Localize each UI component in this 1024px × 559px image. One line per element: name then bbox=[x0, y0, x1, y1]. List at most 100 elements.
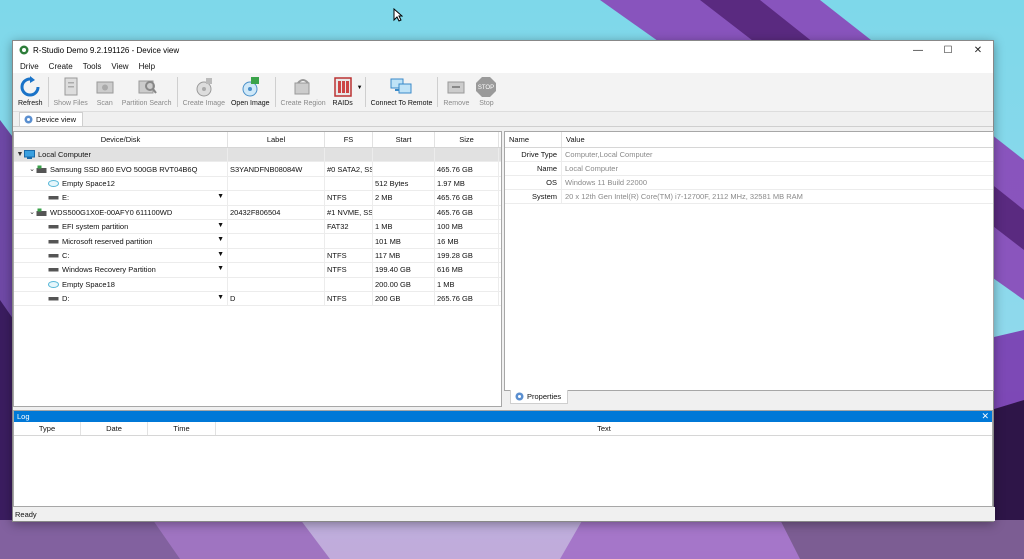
log-table-header: Type Date Time Text bbox=[14, 422, 992, 436]
maximize-button[interactable]: ☐ bbox=[933, 41, 963, 59]
minimize-button[interactable]: — bbox=[903, 41, 933, 59]
start-cell: 1 MB bbox=[373, 219, 435, 234]
raids-dropdown-arrow-icon[interactable]: ▼ bbox=[357, 85, 363, 91]
row-dropdown-arrow-icon[interactable]: ▼ bbox=[217, 236, 224, 243]
stop-icon: STOP bbox=[476, 77, 497, 97]
device-table-header: Device/Disk Label FS Start Size bbox=[14, 132, 501, 148]
tree-expander-icon[interactable]: ▼ bbox=[16, 151, 24, 158]
create-image-icon bbox=[196, 78, 212, 97]
log-column-date[interactable]: Date bbox=[81, 422, 148, 435]
scan-button[interactable]: Scan bbox=[91, 73, 119, 111]
show-files-button[interactable]: Show Files bbox=[51, 73, 91, 111]
refresh-button[interactable]: Refresh bbox=[15, 73, 46, 111]
start-cell: 199.40 GB bbox=[373, 263, 435, 277]
create-image-button[interactable]: Create Image bbox=[180, 73, 228, 111]
device-name: E: bbox=[62, 193, 70, 203]
column-label[interactable]: Label bbox=[228, 132, 325, 147]
empty-space-icon bbox=[48, 280, 59, 288]
property-name: OS bbox=[546, 178, 557, 187]
partition-icon bbox=[48, 239, 59, 244]
device-table-body: ▼ Local Computer ⌄ Samsung SSD 860 EVO 500G… bbox=[14, 148, 501, 307]
column-size[interactable]: Size bbox=[435, 132, 499, 147]
row-dropdown-arrow-icon[interactable]: ▼ bbox=[217, 265, 224, 272]
device-cell: Windows Recovery Partition ▼ bbox=[14, 263, 228, 277]
app-window: R-Studio Demo 9.2.191126 - Device view —… bbox=[12, 40, 995, 522]
menu-drive[interactable]: Drive bbox=[15, 62, 44, 71]
log-column-text[interactable]: Text bbox=[216, 422, 992, 435]
column-device-disk[interactable]: Device/Disk bbox=[14, 132, 228, 147]
column-value[interactable]: Value bbox=[561, 132, 585, 147]
fs-cell bbox=[325, 176, 373, 191]
device-name: Empty Space12 bbox=[62, 178, 115, 188]
fs-cell: #1 NVME, SSD bbox=[325, 205, 373, 219]
table-row[interactable]: EFI system partition ▼ FAT32 1 MB 100 MB bbox=[14, 219, 501, 235]
remove-button[interactable]: Remove bbox=[440, 73, 472, 111]
partition-search-button[interactable]: Partition Search bbox=[119, 73, 175, 111]
menu-help[interactable]: Help bbox=[134, 62, 160, 71]
column-start[interactable]: Start bbox=[373, 132, 435, 147]
log-close-icon[interactable]: ✕ bbox=[981, 411, 989, 422]
connect-remote-button[interactable]: Connect To Remote bbox=[368, 73, 436, 111]
disk-drive-icon bbox=[36, 208, 47, 216]
device-name: Empty Space18 bbox=[62, 279, 115, 289]
show-files-icon bbox=[64, 77, 78, 96]
column-name[interactable]: Name bbox=[505, 132, 561, 147]
property-value: Local Computer bbox=[561, 162, 618, 175]
tree-expander-icon[interactable]: ⌄ bbox=[28, 165, 36, 173]
log-column-time[interactable]: Time bbox=[148, 422, 216, 435]
row-dropdown-arrow-icon[interactable]: ▼ bbox=[217, 294, 224, 301]
close-button[interactable]: ✕ bbox=[963, 41, 993, 59]
table-row[interactable]: ⌄ Samsung SSD 860 EVO 500GB RVT04B6Q S3YAN… bbox=[14, 162, 501, 177]
tab-device-view[interactable]: Device view bbox=[19, 112, 84, 126]
label-cell: 20432F806504 bbox=[228, 205, 325, 219]
menu-view[interactable]: View bbox=[106, 62, 133, 71]
log-column-type[interactable]: Type bbox=[14, 422, 81, 435]
tab-properties[interactable]: Properties bbox=[510, 390, 569, 404]
device-name: EFI system partition bbox=[62, 222, 129, 232]
size-cell: 465.76 GB bbox=[435, 191, 499, 205]
tab-properties-label: Properties bbox=[527, 392, 562, 401]
size-cell: 265.76 GB bbox=[435, 291, 499, 306]
device-tree-pane: Device/Disk Label FS Start Size ▼ Local C… bbox=[13, 131, 502, 407]
device-cell: Empty Space12 bbox=[14, 176, 228, 191]
table-row[interactable]: C: ▼ NTFS 117 MB 199.28 GB bbox=[14, 248, 501, 264]
fs-cell: #0 SATA2, SSD bbox=[325, 162, 373, 176]
create-region-button[interactable]: Create Region bbox=[278, 73, 329, 111]
size-cell: 465.76 GB bbox=[435, 205, 499, 219]
table-row[interactable]: E: ▼ NTFS 2 MB 465.76 GB bbox=[14, 191, 501, 206]
table-row[interactable]: Microsoft reserved partition ▼ 101 MB 16 MB bbox=[14, 234, 501, 249]
fs-cell bbox=[325, 234, 373, 248]
raids-button[interactable]: RAIDs bbox=[329, 73, 357, 111]
open-image-icon bbox=[242, 77, 260, 97]
property-row[interactable]: System 20 x 12th Gen Intel(R) Core(TM) i7… bbox=[505, 190, 993, 204]
fs-cell: NTFS bbox=[325, 191, 373, 205]
table-row[interactable]: D: ▼ D NTFS 200 GB 265.76 GB bbox=[14, 291, 501, 307]
stop-button[interactable]: STOP Stop bbox=[472, 73, 500, 111]
size-cell: 16 MB bbox=[435, 234, 499, 248]
label-cell bbox=[228, 263, 325, 277]
table-row[interactable]: Empty Space18 200.00 GB 1 MB bbox=[14, 277, 501, 292]
title-bar[interactable]: R-Studio Demo 9.2.191126 - Device view —… bbox=[13, 41, 993, 59]
row-dropdown-arrow-icon[interactable]: ▼ bbox=[217, 193, 224, 200]
disk-drive-icon bbox=[36, 165, 47, 173]
table-row[interactable]: ▼ Local Computer bbox=[14, 148, 501, 163]
column-fs[interactable]: FS bbox=[325, 132, 373, 147]
table-row[interactable]: ⌄ WDS500G1X0E-00AFY0 611100WD 20432F806504… bbox=[14, 205, 501, 220]
table-row[interactable]: Windows Recovery Partition ▼ NTFS 199.40 GB… bbox=[14, 263, 501, 278]
label-cell bbox=[228, 191, 325, 205]
menu-tools[interactable]: Tools bbox=[78, 62, 107, 71]
size-cell: 199.28 GB bbox=[435, 248, 499, 263]
tab-device-view-label: Device view bbox=[36, 115, 77, 124]
menu-create[interactable]: Create bbox=[44, 62, 78, 71]
tree-expander-icon[interactable]: ⌄ bbox=[28, 208, 36, 216]
property-row[interactable]: Drive Type Computer,Local Computer bbox=[505, 148, 993, 162]
row-dropdown-arrow-icon[interactable]: ▼ bbox=[217, 251, 224, 258]
size-cell: 100 MB bbox=[435, 219, 499, 234]
open-image-button[interactable]: Open Image bbox=[228, 73, 273, 111]
property-row[interactable]: OS Windows 11 Build 22000 bbox=[505, 176, 993, 190]
property-row[interactable]: Name Local Computer bbox=[505, 162, 993, 176]
device-cell: ⌄ Samsung SSD 860 EVO 500GB RVT04B6Q bbox=[14, 162, 228, 176]
table-row[interactable]: Empty Space12 512 Bytes 1.97 MB bbox=[14, 176, 501, 192]
open-image-label: Open Image bbox=[230, 100, 270, 107]
row-dropdown-arrow-icon[interactable]: ▼ bbox=[217, 222, 224, 229]
